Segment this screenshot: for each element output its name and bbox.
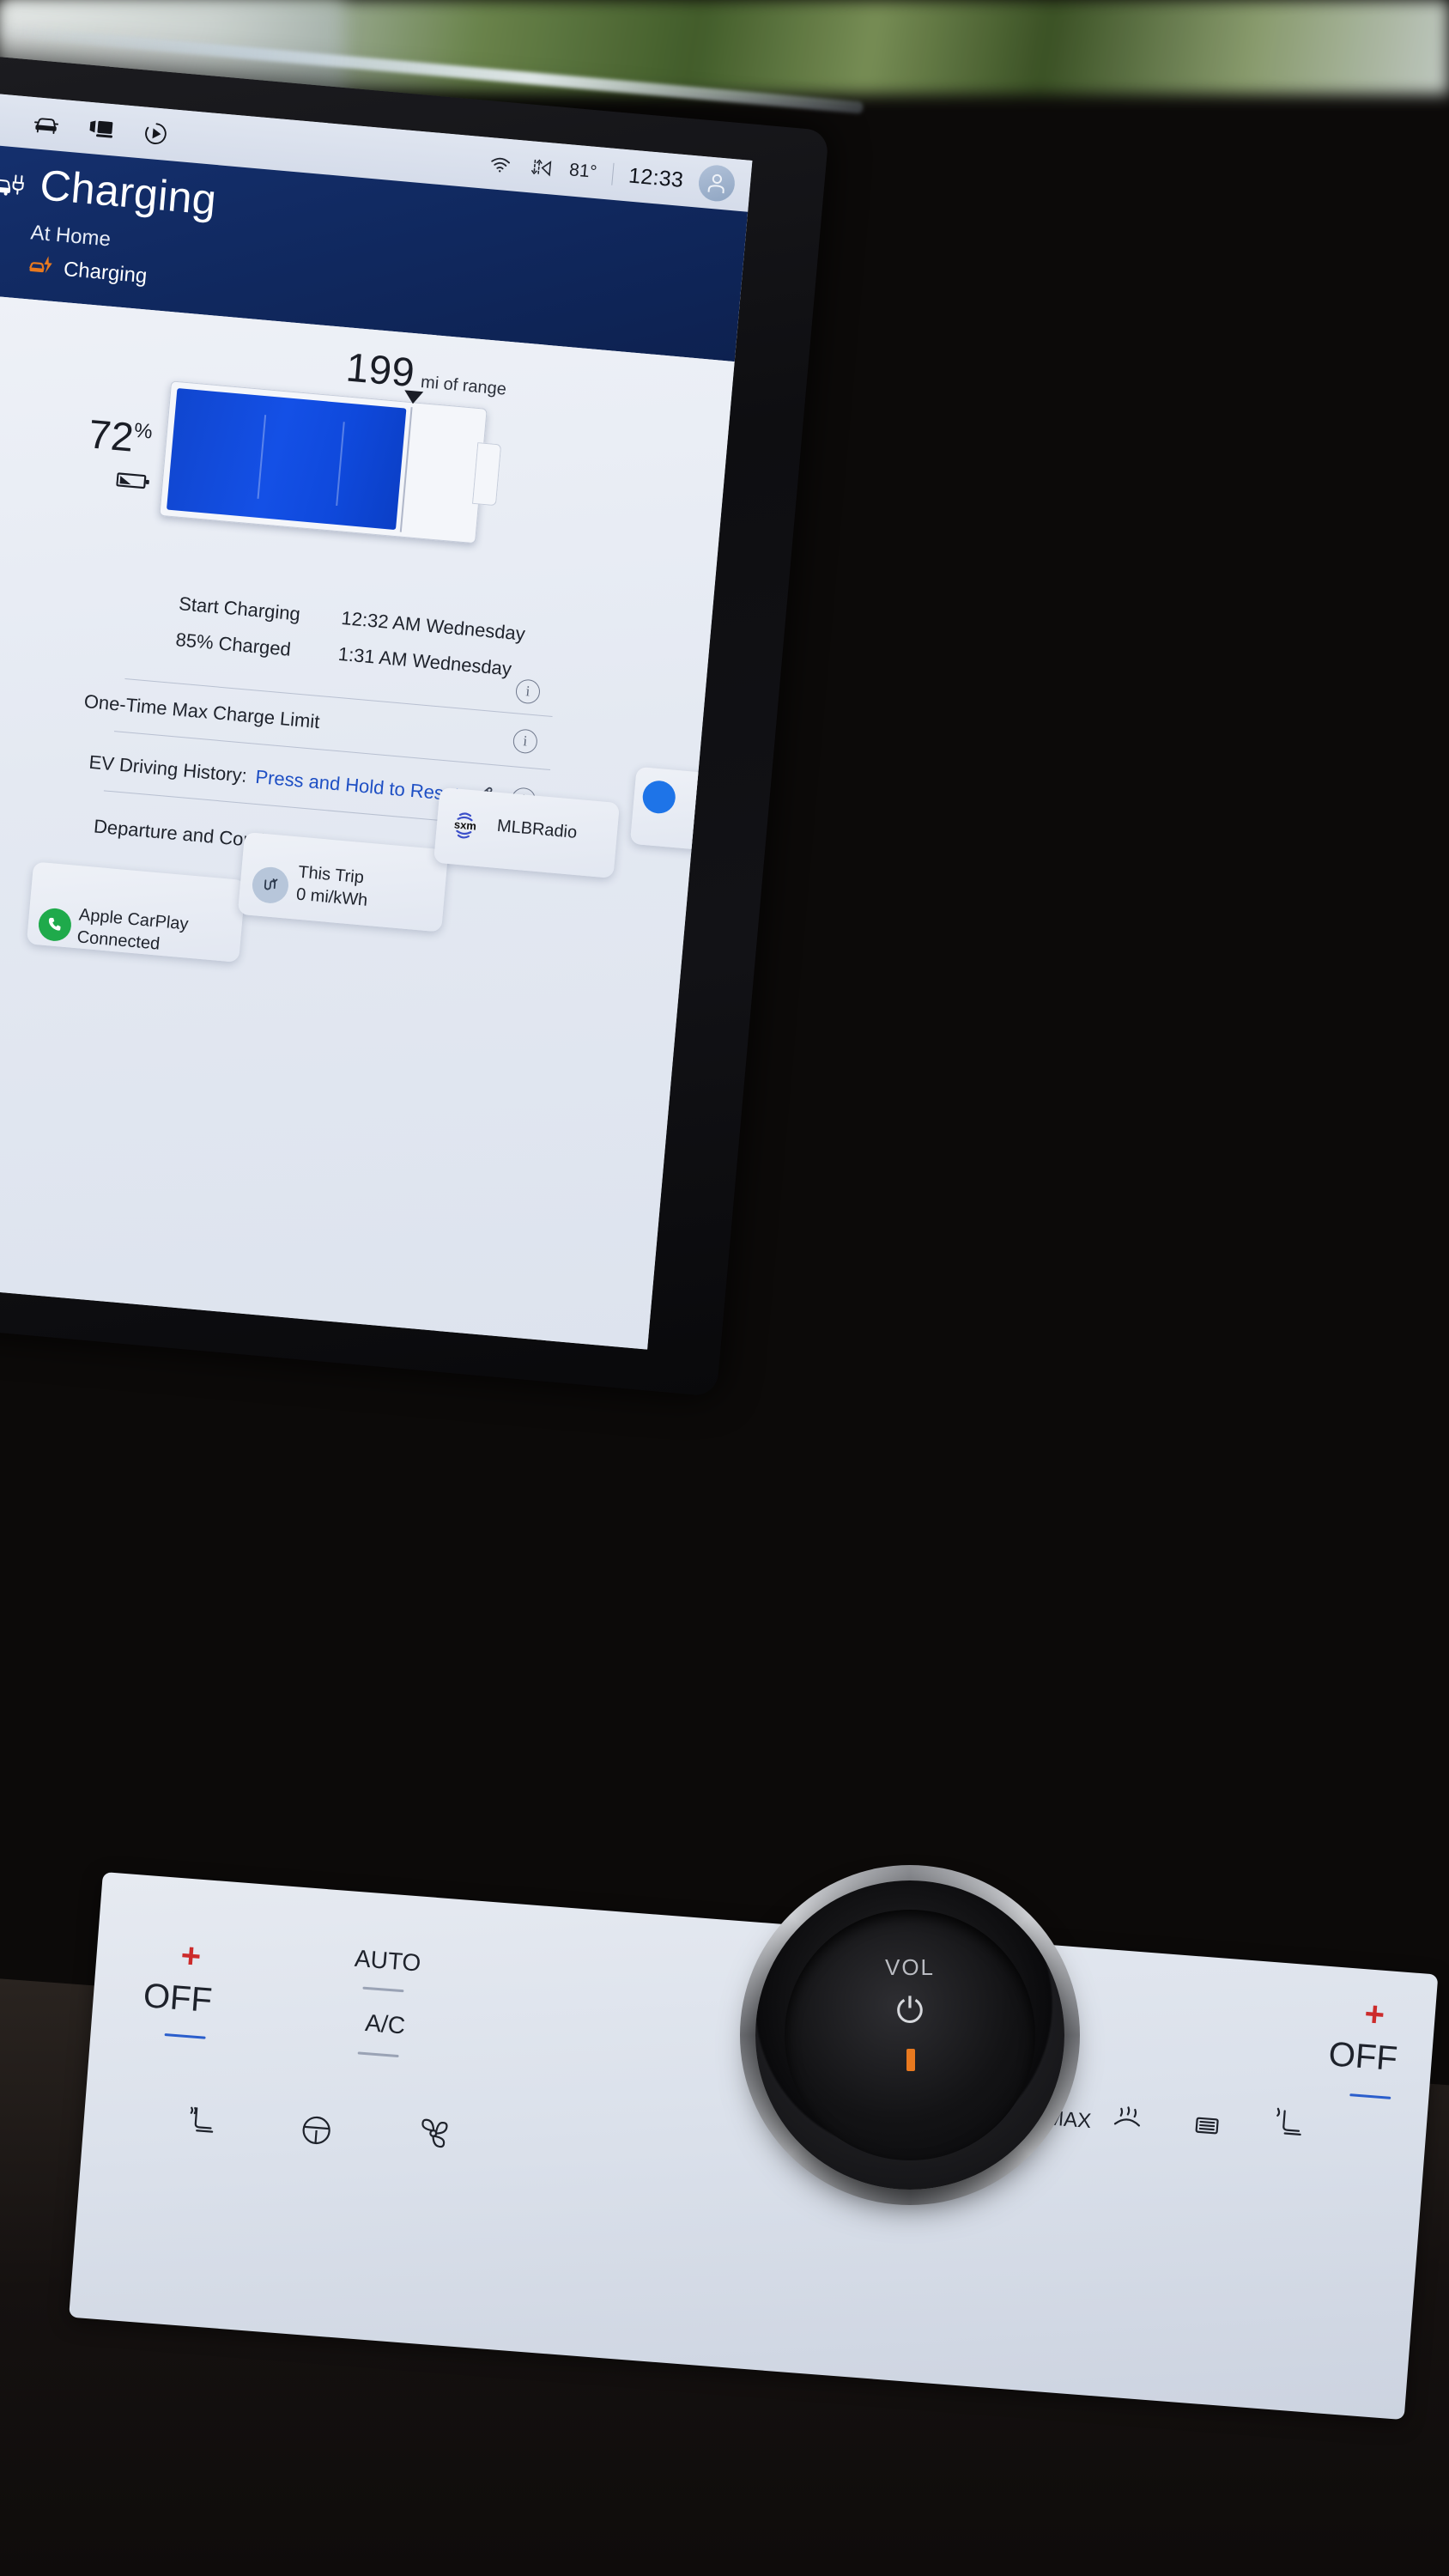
driver-temp-down-button[interactable] <box>164 2033 206 2039</box>
clock: 12:33 <box>627 162 685 192</box>
sxm-radio-tile[interactable]: sxm MLBRadio <box>433 787 620 878</box>
this-trip-tile[interactable]: This Trip 0 mi/kWh <box>237 831 449 933</box>
media-play-icon[interactable] <box>142 121 169 146</box>
steering-wheel-heat-icon[interactable] <box>297 2109 336 2152</box>
ev-charge-car-icon <box>0 168 29 205</box>
volume-knob[interactable]: VOL ⏻ <box>755 1880 1064 2190</box>
schedule-label: Start Charging <box>178 592 301 625</box>
apple-carplay-tile[interactable]: Apple CarPlay Connected <box>26 861 246 963</box>
outside-temperature: 81° <box>568 160 598 183</box>
this-trip-value: 0 mi/kWh <box>295 884 369 910</box>
charge-limit-marker[interactable] <box>403 390 424 405</box>
power-indicator <box>906 2049 915 2071</box>
battery-percent-symbol: % <box>133 418 154 444</box>
sxm-channel-name: MLBRadio <box>496 816 579 842</box>
vehicle-icon[interactable] <box>33 112 60 137</box>
screen-surface: 81° 12:33 Charging At Home Charging 199 … <box>0 91 753 1350</box>
rear-defrost-icon[interactable] <box>1188 2109 1225 2147</box>
charging-status-group: Charging <box>27 252 149 290</box>
charging-schedule: Start Charging 12:32 AM Wednesday 85% Ch… <box>173 592 539 696</box>
front-defrost-icon[interactable] <box>1109 2103 1146 2141</box>
charging-body: 199 mi of range 72 % Start Charging 12:3… <box>0 292 735 1350</box>
range-unit: mi of range <box>420 373 507 399</box>
auto-indicator <box>362 1986 404 1993</box>
range-readout: 199 mi of range <box>344 343 509 404</box>
schedule-label: 85% Charged <box>174 629 292 660</box>
seat-heat-icon[interactable] <box>185 2104 222 2147</box>
efficiency-icon <box>251 866 290 905</box>
battery-segment-divider <box>336 422 345 507</box>
carplay-subtitle: Connected <box>76 927 161 954</box>
one-time-max-charge-limit-row[interactable]: One-Time Max Charge Limit <box>83 690 564 755</box>
charging-bolt-icon <box>27 252 55 283</box>
driver-temp-up-button[interactable]: + <box>179 1936 203 1977</box>
charging-location: At Home <box>29 221 112 252</box>
one-time-max-charge-limit-label: One-Time Max Charge Limit <box>82 690 321 733</box>
volume-knob-face[interactable]: VOL ⏻ <box>785 1910 1035 2160</box>
apps-grid-icon[interactable] <box>0 107 5 132</box>
driver-temp-off-label[interactable]: OFF <box>142 1977 213 2020</box>
battery-fill <box>166 388 407 531</box>
passenger-temp-off-label[interactable]: OFF <box>1327 2035 1398 2079</box>
svg-text:sxm: sxm <box>453 817 476 832</box>
seats-icon[interactable] <box>88 117 115 142</box>
ev-history-reset-link[interactable]: Press and Hold to Reset <box>254 766 461 806</box>
wifi-icon[interactable] <box>486 152 513 177</box>
volume-label: VOL <box>884 1954 936 1980</box>
range-value: 199 <box>344 343 417 396</box>
power-icon[interactable]: ⏻ <box>785 1992 1035 2031</box>
battery-segment-divider <box>257 415 267 499</box>
ac-button[interactable]: A/C <box>364 2009 406 2039</box>
battery-graphic[interactable] <box>159 380 513 548</box>
seat-vent-icon[interactable] <box>1271 2105 1309 2150</box>
phone-icon <box>37 907 73 943</box>
user-avatar-icon[interactable] <box>697 163 737 204</box>
infotainment-screen: 81° 12:33 Charging At Home Charging 199 … <box>0 91 753 1350</box>
ev-driving-history-label: EV Driving History: <box>88 750 248 787</box>
page-title: Charging <box>38 161 219 225</box>
data-transfer-icon[interactable] <box>527 155 555 180</box>
ac-indicator <box>357 2051 399 2058</box>
siriusxm-icon: sxm <box>451 807 492 849</box>
battery-percent-value: 72 <box>87 410 136 460</box>
battery-percent-readout: 72 % <box>87 410 154 460</box>
schedule-value: 12:32 AM Wednesday <box>340 606 526 645</box>
this-trip-title: This Trip <box>297 862 365 888</box>
fan-icon[interactable] <box>413 2113 454 2158</box>
passenger-temp-down-button[interactable] <box>1349 2093 1391 2099</box>
passenger-temp-up-button[interactable]: + <box>1363 1995 1386 2035</box>
charging-status-label: Charging <box>63 257 149 288</box>
app-icon <box>641 779 677 815</box>
status-divider <box>611 162 615 185</box>
schedule-value: 1:31 AM Wednesday <box>336 642 512 680</box>
battery-terminal <box>471 442 502 507</box>
auto-button[interactable]: AUTO <box>354 1945 421 1978</box>
battery-level-icon <box>116 471 152 495</box>
info-icon[interactable]: i <box>514 678 542 705</box>
page-title-group: Charging <box>0 159 219 225</box>
